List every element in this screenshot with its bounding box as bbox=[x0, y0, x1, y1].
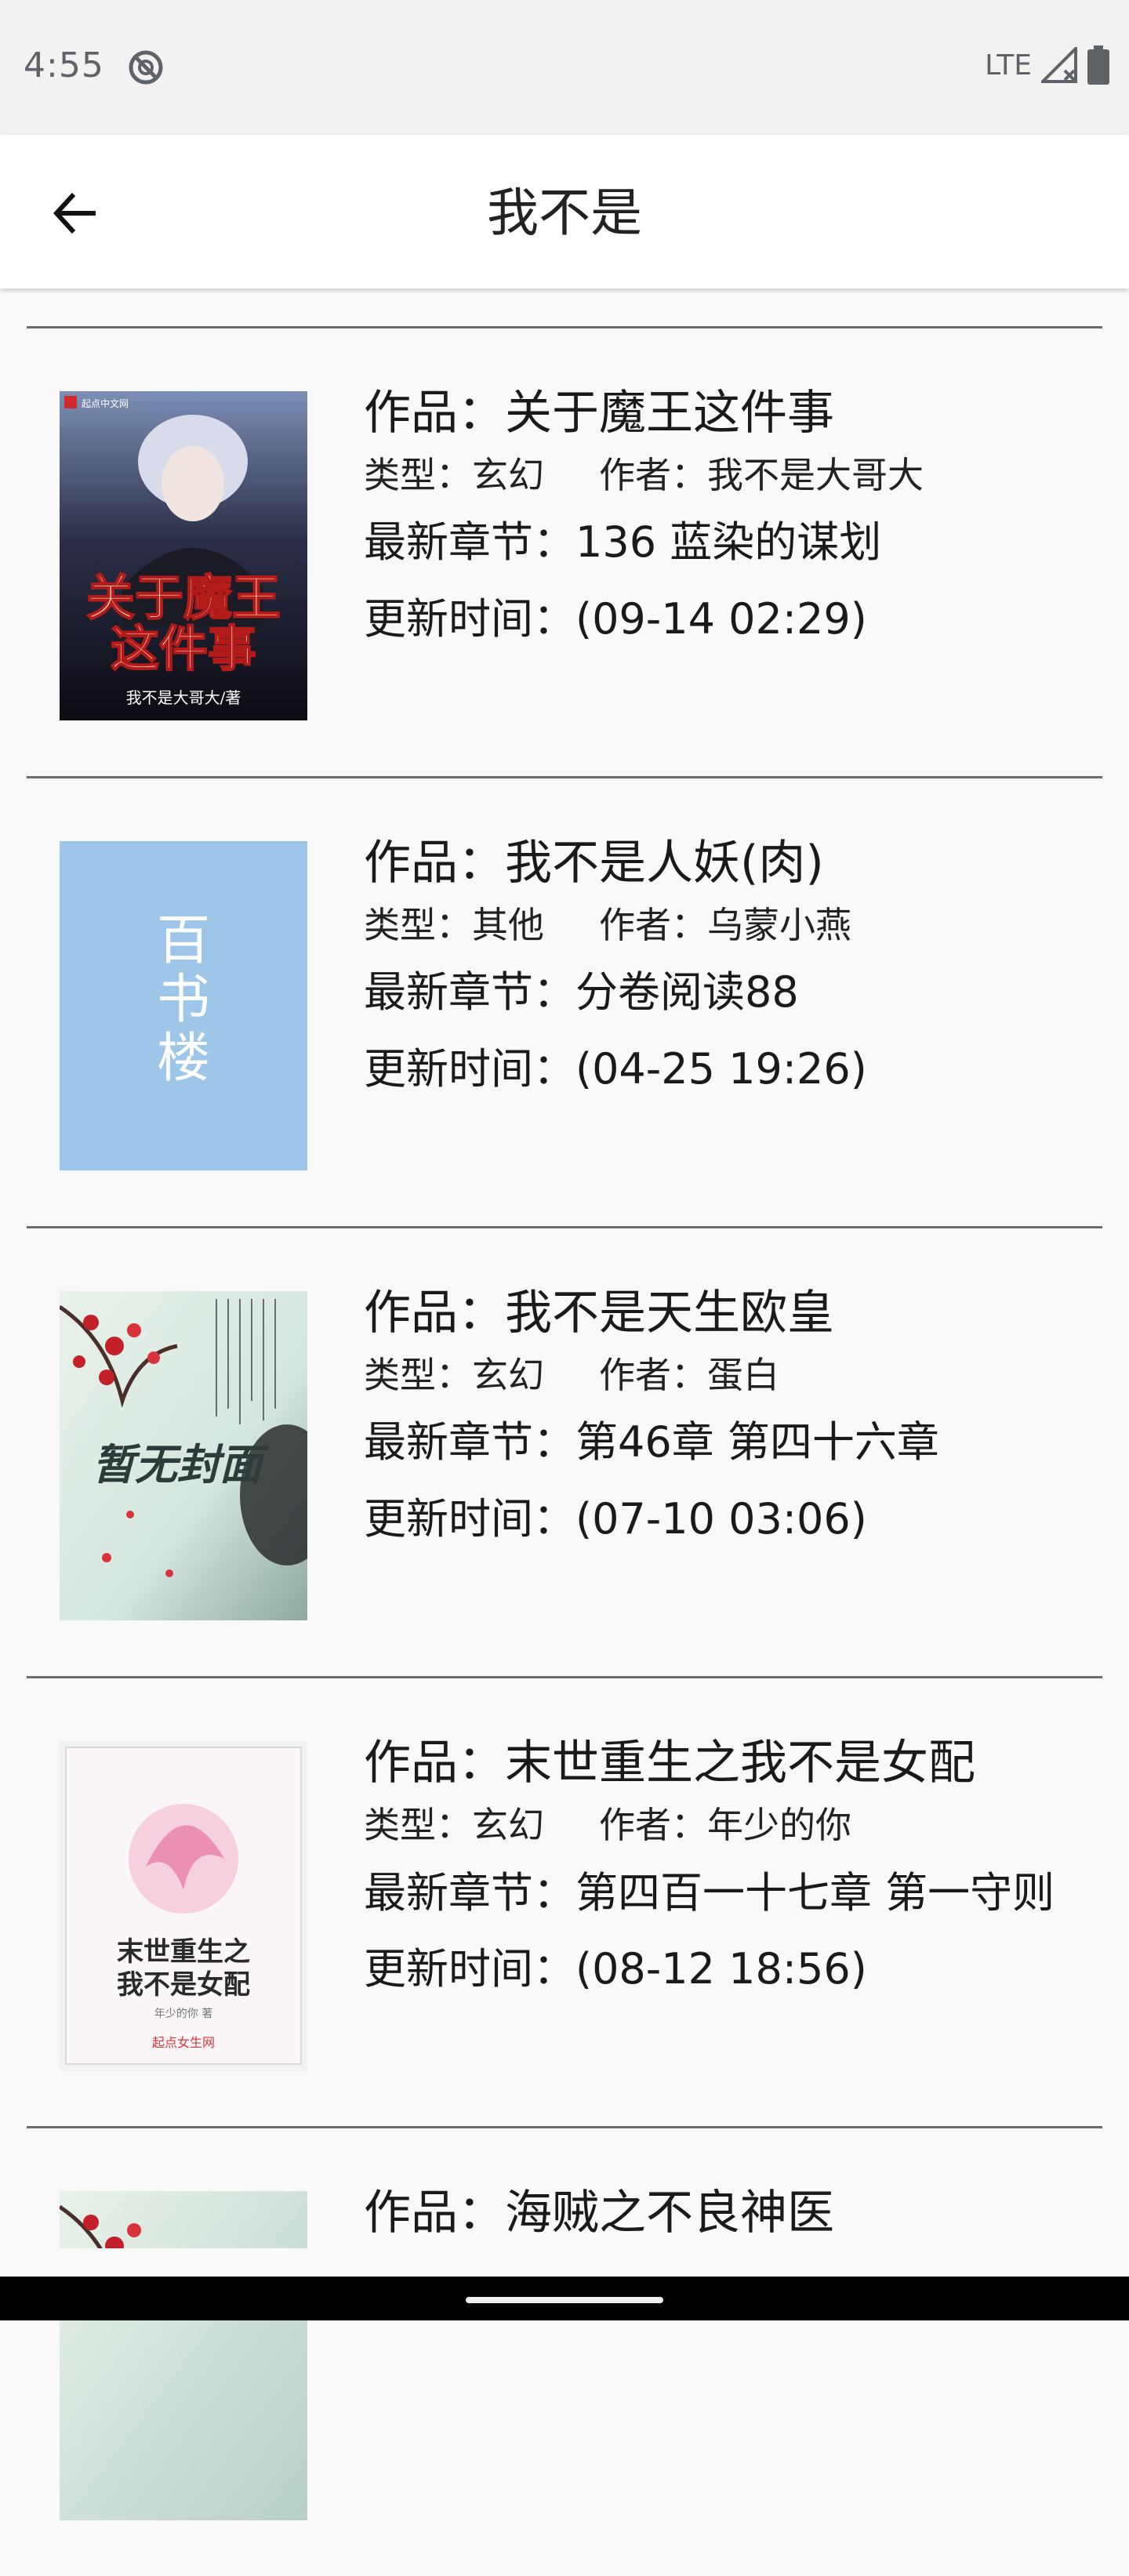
book-cover: 暂无封面 bbox=[60, 1291, 307, 1620]
list-clip bbox=[0, 2248, 1129, 2277]
book-item[interactable]: 暂无封面 作品：我不是天生欧皇 类型：玄幻 作者：蛋白 最新章节：第46章 第四十… bbox=[27, 1228, 1102, 1676]
book-info: 作品：海贼之不良神医 bbox=[364, 2180, 1069, 2246]
book-author: 作者：年少的你 bbox=[599, 1804, 851, 1846]
svg-text:年少的你 著: 年少的你 著 bbox=[154, 2008, 212, 2020]
do-not-disturb-icon bbox=[129, 50, 163, 85]
status-bar: 4:55 LTE bbox=[0, 0, 1129, 135]
book-meta: 类型：玄幻 作者：年少的你 bbox=[364, 1796, 1069, 1854]
book-info: 作品：我不是天生欧皇 类型：玄幻 作者：蛋白 最新章节：第46章 第四十六章 更新… bbox=[364, 1280, 1069, 1558]
status-time: 4:55 bbox=[24, 45, 104, 85]
book-cover: 百 书 楼 bbox=[60, 841, 307, 1170]
book-title: 作品：末世重生之我不是女配 bbox=[364, 1736, 975, 1791]
book-item[interactable]: 百 书 楼 作品：我不是人妖(肉) 类型：其他 作者：乌蒙小燕 最新章节：分卷阅读… bbox=[27, 778, 1102, 1226]
book-meta: 类型：其他 作者：乌蒙小燕 bbox=[364, 896, 1069, 954]
svg-text:关于魔王: 关于魔王 bbox=[86, 569, 281, 626]
book-meta: 类型：玄幻 作者：我不是大哥大 bbox=[364, 446, 1069, 504]
svg-text:我不是大哥大/著: 我不是大哥大/著 bbox=[126, 688, 241, 707]
book-info: 作品：我不是人妖(肉) 类型：其他 作者：乌蒙小燕 最新章节：分卷阅读88 更新时… bbox=[364, 830, 1069, 1108]
book-update-time: 更新时间：(08-12 18:56) bbox=[364, 1944, 867, 1994]
book-list[interactable]: 起点中文网 关于魔王 这件事 我不是大哥大/著 作品：关于魔王这件事 类型：玄幻… bbox=[27, 326, 1102, 2576]
book-item[interactable]: 起点中文网 关于魔王 这件事 我不是大哥大/著 作品：关于魔王这件事 类型：玄幻… bbox=[27, 328, 1102, 776]
book-update-time: 更新时间：(09-14 02:29) bbox=[364, 594, 867, 644]
book-genre: 类型：玄幻 bbox=[364, 1354, 544, 1396]
book-genre: 类型：玄幻 bbox=[364, 454, 544, 496]
book-item[interactable]: 末世重生之 我不是女配 年少的你 著 起点女生网 作品：末世重生之我不是女配 类… bbox=[27, 1678, 1102, 2126]
book-title: 作品：我不是人妖(肉) bbox=[364, 836, 824, 891]
book-author: 作者：乌蒙小燕 bbox=[599, 904, 851, 946]
svg-text:书: 书 bbox=[157, 969, 210, 1031]
network-type: LTE bbox=[985, 49, 1032, 82]
book-cover: 末世重生之 我不是女配 年少的你 著 起点女生网 bbox=[60, 1741, 307, 2070]
home-handle[interactable] bbox=[466, 2297, 663, 2303]
book-latest-chapter: 最新章节：第四百一十七章 第一守则 bbox=[364, 1868, 1055, 1917]
book-author: 作者：我不是大哥大 bbox=[599, 454, 924, 496]
book-title: 作品：关于魔王这件事 bbox=[364, 386, 834, 441]
book-update-time: 更新时间：(04-25 19:26) bbox=[364, 1044, 867, 1094]
book-author: 作者：蛋白 bbox=[599, 1354, 779, 1396]
book-info: 作品：关于魔王这件事 类型：玄幻 作者：我不是大哥大 最新章节：136 蓝染的谋划… bbox=[364, 380, 1069, 658]
app-bar: 我不是 bbox=[0, 135, 1129, 288]
book-meta: 类型：玄幻 作者：蛋白 bbox=[364, 1346, 1069, 1404]
page-title: 我不是 bbox=[487, 183, 642, 243]
svg-text:百: 百 bbox=[157, 910, 210, 972]
book-genre: 类型：其他 bbox=[364, 904, 544, 946]
book-latest-chapter: 最新章节：136 蓝染的谋划 bbox=[364, 517, 882, 567]
battery-icon bbox=[1087, 45, 1109, 85]
book-genre: 类型：玄幻 bbox=[364, 1804, 544, 1846]
svg-text:末世重生之: 末世重生之 bbox=[117, 1936, 250, 1968]
book-update-time: 更新时间：(07-10 03:06) bbox=[364, 1494, 867, 1544]
book-title: 作品：我不是天生欧皇 bbox=[364, 1286, 834, 1341]
svg-text:楼: 楼 bbox=[157, 1028, 210, 1090]
book-title: 作品：海贼之不良神医 bbox=[364, 2186, 834, 2240]
book-item[interactable]: 作品：海贼之不良神医 bbox=[27, 2128, 1102, 2576]
svg-text:起点中文网: 起点中文网 bbox=[82, 397, 129, 409]
svg-text:这件事: 这件事 bbox=[111, 620, 256, 677]
book-info: 作品：末世重生之我不是女配 类型：玄幻 作者：年少的你 最新章节：第四百一十七章 … bbox=[364, 1730, 1069, 2008]
svg-text:起点女生网: 起点女生网 bbox=[152, 2035, 215, 2050]
navigation-bar bbox=[0, 2277, 1129, 2320]
book-cover bbox=[60, 2191, 307, 2520]
book-latest-chapter: 最新章节：分卷阅读88 bbox=[364, 967, 799, 1017]
book-cover: 起点中文网 关于魔王 这件事 我不是大哥大/著 bbox=[60, 391, 307, 720]
book-latest-chapter: 最新章节：第46章 第四十六章 bbox=[364, 1417, 939, 1467]
svg-text:暂无封面: 暂无封面 bbox=[93, 1440, 269, 1489]
svg-text:我不是女配: 我不是女配 bbox=[117, 1969, 250, 2001]
signal-icon bbox=[1041, 47, 1077, 83]
